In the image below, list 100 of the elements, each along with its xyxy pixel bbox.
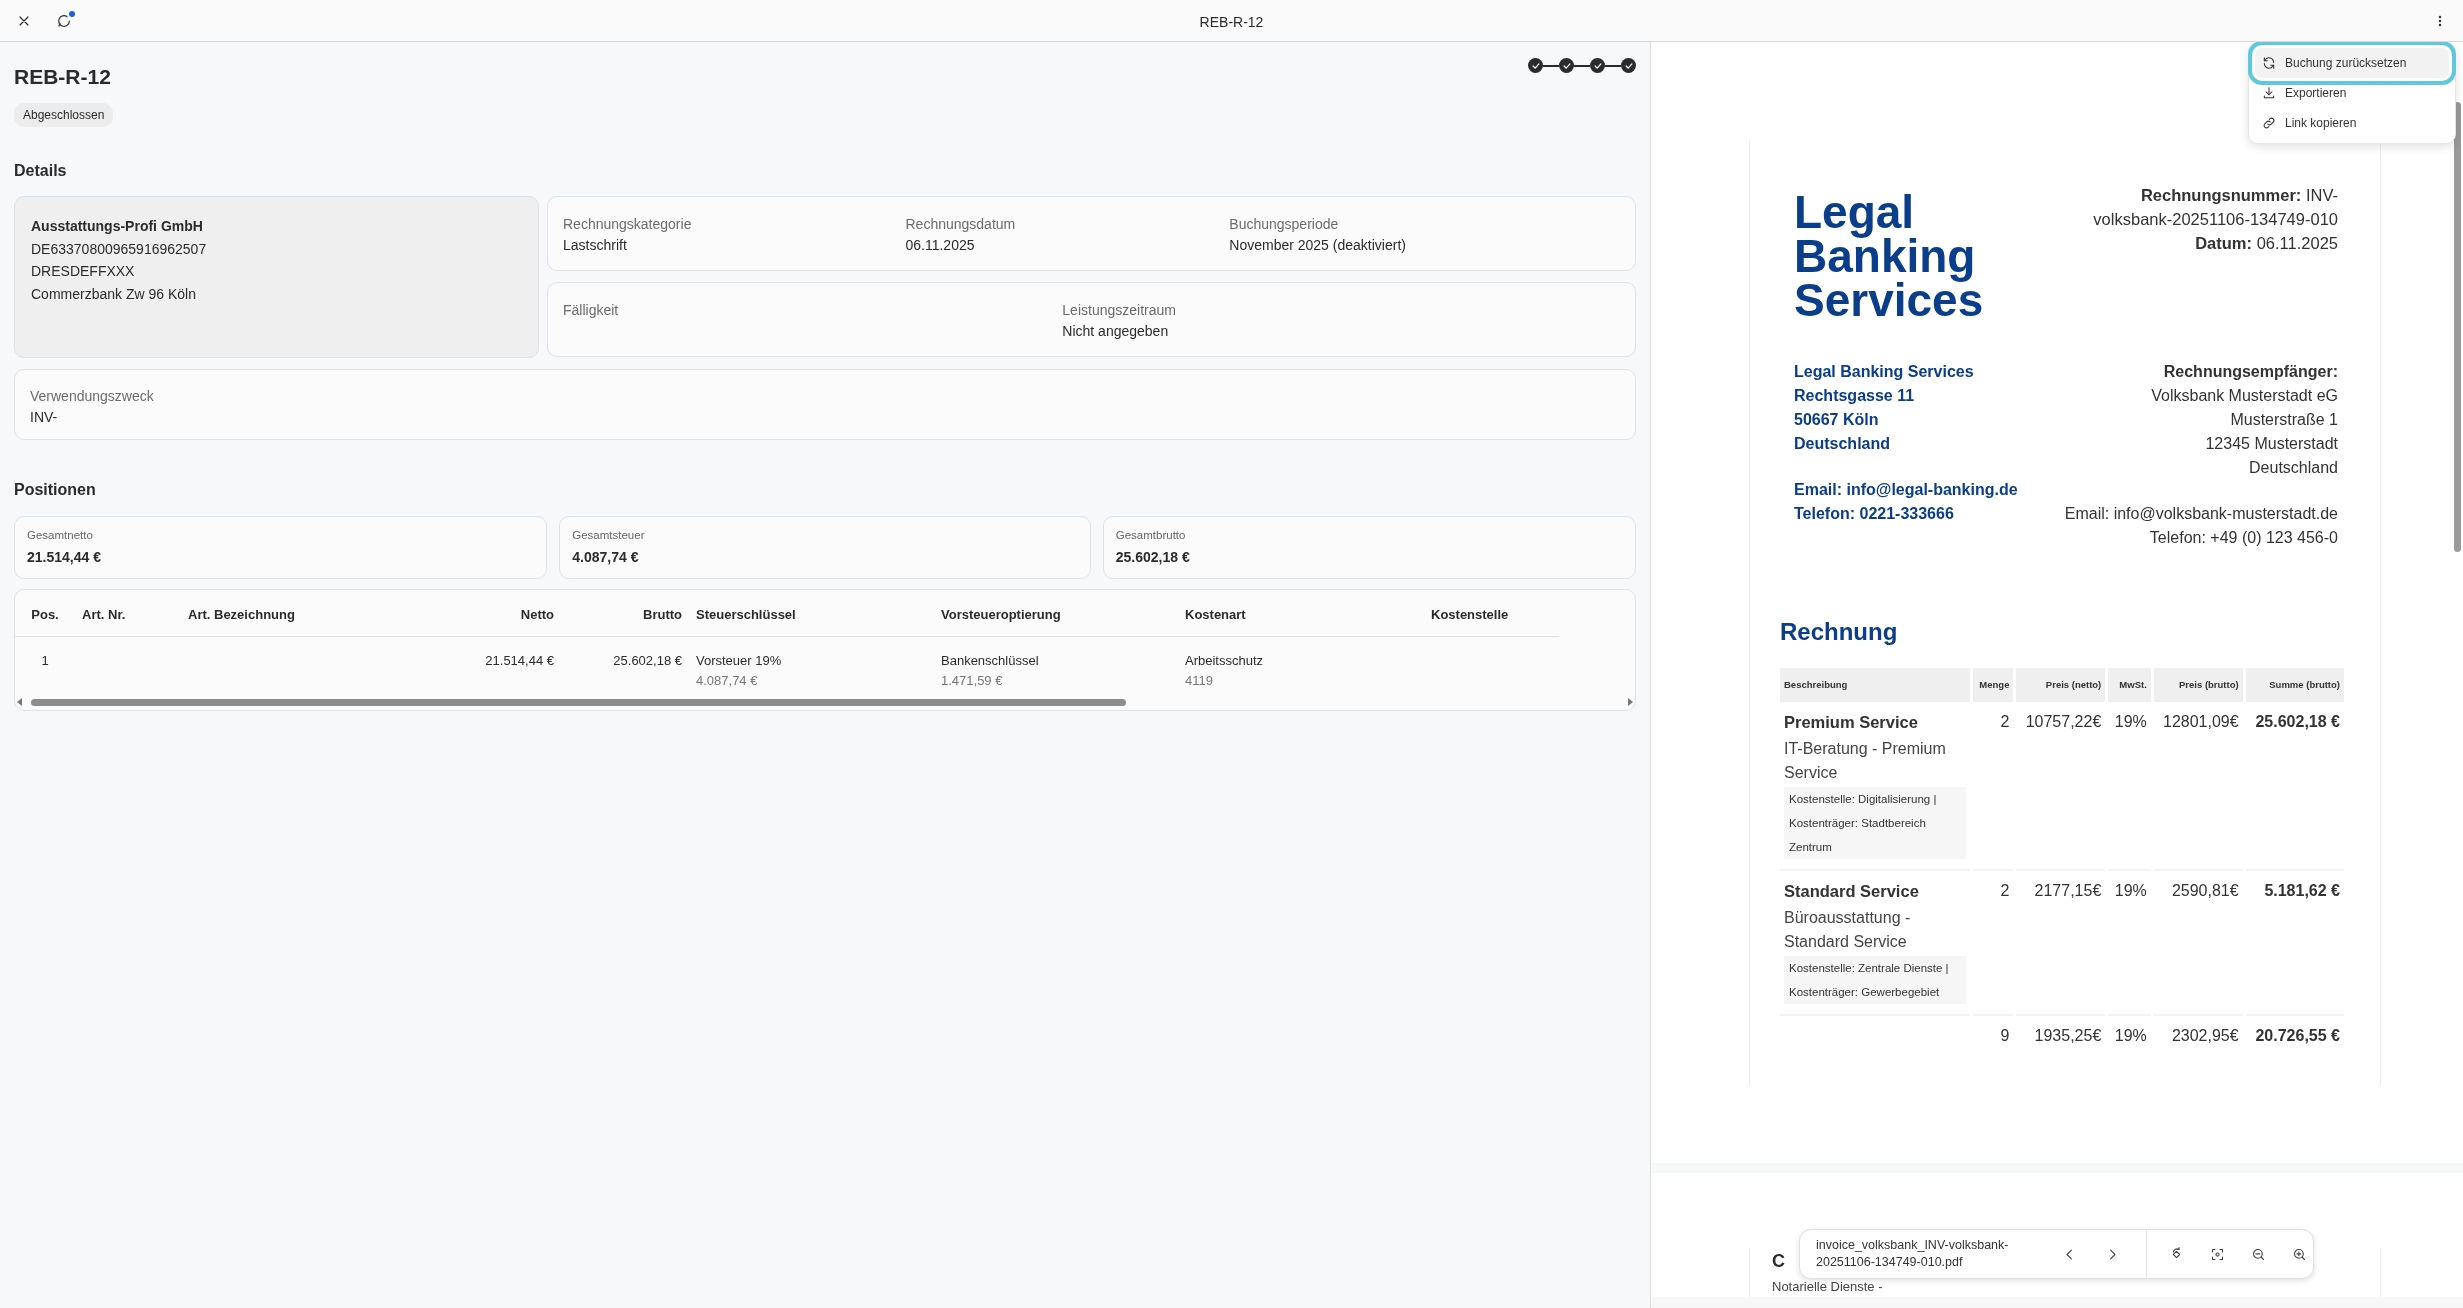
account-detail: Commerzbank Zw 96 Köln <box>31 284 197 304</box>
field-label: Leistungszeitraum <box>1062 301 1177 321</box>
item-description: Büroausstattung - Standard Service <box>1784 907 1912 952</box>
sender-address-line: Rechtsgasse 11 <box>1794 386 1916 406</box>
fit-page-button[interactable] <box>2210 1246 2225 1262</box>
item-title: C <box>1772 1251 1785 1271</box>
column-header: Pos. <box>15 589 75 637</box>
menu-item[interactable]: Link kopieren <box>2255 108 2449 138</box>
item-description: IT-Beratung - Premium Service <box>1784 739 1947 783</box>
field-value: November 2025 (deaktiviert) <box>1229 236 1407 256</box>
table-cell: 2590,81€ <box>2171 882 2239 899</box>
column-header: Art. Nr. <box>75 589 181 637</box>
cost-center-note: Kostenstelle: Digitalisierung | Kostenträger: Stadtbereich Zentrum <box>1784 787 1966 859</box>
booking-title: REB-R-12 <box>14 64 112 90</box>
column-header: Preis (netto) <box>2016 668 2106 703</box>
field-value: Lastschrift <box>563 236 628 256</box>
column-header: Brutto <box>561 589 689 637</box>
table-cell: 20.726,55 € <box>2255 1026 2340 1044</box>
column-header: Kostenart <box>1178 589 1424 637</box>
table-cell: 19% <box>2114 882 2147 899</box>
refresh-icon <box>2262 56 2276 70</box>
field-label: Rechnungsdatum <box>905 215 1017 235</box>
total-label: Gesamtnetto <box>27 527 94 543</box>
link-icon <box>2262 116 2276 130</box>
recipient-contact-line: Telefon: +49 (0) 123 456-0 <box>2148 528 2338 548</box>
invoice-meta: volksbank-20251106-134749-010 <box>2093 209 2338 230</box>
column-header: Kostenstelle <box>1424 589 1559 637</box>
field-label: Buchungsperiode <box>1229 215 1340 235</box>
column-header: Vorsteueroptierung <box>934 589 1178 637</box>
column-header: Steuerschlüssel <box>689 589 934 637</box>
window-title: REB-R-12 <box>1199 14 1264 30</box>
section-heading: Positionen <box>14 480 97 500</box>
recipient-address-line: Musterstraße 1 <box>2229 410 2338 430</box>
table-cell: 2 <box>2000 713 2010 731</box>
column-header: Beschreibung <box>1780 668 1970 703</box>
recipient-contact-line: Email: info@volksbank-musterstadt.de <box>2064 504 2338 524</box>
download-icon <box>2262 86 2276 100</box>
recipient-address-line: 12345 Musterstadt <box>2204 434 2338 454</box>
recipient-address-line: Volksbank Musterstadt eG <box>2150 386 2338 406</box>
sender-contact-line: Email: info@legal-banking.de <box>1794 480 2018 500</box>
sender-address-line: 50667 Köln <box>1794 410 1880 430</box>
account-detail: DRESDEFFXXX <box>31 262 136 282</box>
column-header: MwSt. <box>2108 668 2151 703</box>
total-label: Gesamtsteuer <box>572 527 646 543</box>
cost-center-note: Kostenstelle: Zentrale Dienste | Kostenträger: Gewerbegebiet <box>1784 955 1966 1004</box>
menu-item[interactable]: Exportieren <box>2255 78 2449 108</box>
table-cell: 10757,22€ <box>2025 713 2102 731</box>
field-value: Nicht angegeben <box>1062 322 1170 342</box>
zoom-out-button[interactable] <box>2251 1246 2266 1262</box>
scrollbar-thumb[interactable] <box>2454 102 2461 552</box>
table-cell-subvalue: 4.087,74 € <box>696 671 759 690</box>
item-description: Notarielle Dienste - <box>1772 1279 1883 1294</box>
zoom-out-icon <box>2251 1246 2266 1262</box>
sender-contact-line: Telefon: 0221-333666 <box>1794 504 1955 524</box>
item-title: Premium Service <box>1784 712 1919 734</box>
table-cell: 19% <box>2114 1026 2147 1044</box>
status-badge: Abgeschlossen <box>14 103 114 128</box>
column-header: Menge <box>1973 668 2014 703</box>
recipient-heading: Rechnungsempfänger: <box>2162 362 2338 382</box>
total-label: Gesamtbrutto <box>1115 527 1187 543</box>
table-cell: 2177,15€ <box>2034 882 2102 899</box>
table-cell: 2 <box>2000 882 2010 899</box>
invoice-meta: Datum: 06.11.2025 <box>2194 233 2338 254</box>
total-value: 21.514,44 € <box>27 547 102 567</box>
column-header: Preis (brutto) <box>2153 668 2243 703</box>
invoice-heading: Rechnung <box>1780 617 1899 647</box>
zoom-in-button[interactable] <box>2292 1246 2307 1262</box>
file-name: invoice_volksbank_INV-volksbank-20251106-134749-010.pdf <box>1815 1237 2010 1271</box>
section-heading: Details <box>14 161 68 181</box>
table-cell: 5.181,62 € <box>2264 882 2340 899</box>
field-label: Fälligkeit <box>563 301 620 321</box>
table-cell-subvalue: 1.471,59 € <box>941 671 1004 690</box>
sender-address-line: Legal Banking Services <box>1794 362 1975 382</box>
table-cell: 9 <box>2000 1026 2010 1044</box>
account-detail: DE63370800965916962507 <box>31 239 208 259</box>
chat-button[interactable] <box>56 12 72 29</box>
table-cell-text: Vorsteuer 19% <box>696 652 783 671</box>
field-value: INV- <box>30 408 59 428</box>
table-cell: 2302,95€ <box>2171 1026 2239 1044</box>
item-title: Standard Service <box>1784 881 1920 902</box>
total-value: 25.602,18 € <box>1115 547 1191 567</box>
table-cell-text: 25.602,18 € <box>612 652 682 671</box>
field-label: Rechnungskategorie <box>563 215 693 235</box>
table-cell: 1935,25€ <box>2034 1026 2102 1044</box>
table-cell: 19% <box>2114 713 2147 731</box>
table-cell-text: Bankenschlüssel <box>941 652 1040 671</box>
total-value: 4.087,74 € <box>572 547 640 567</box>
table-cell-text: 21.514,44 € <box>484 652 554 671</box>
field-value: 06.11.2025 <box>905 236 976 256</box>
table-cell-text: Arbeitsschutz <box>1185 652 1265 671</box>
recipient-address-line: Deutschland <box>2248 458 2338 478</box>
column-header: Summe (brutto) <box>2245 668 2344 703</box>
chat-bubble-icon <box>56 12 72 29</box>
table-cell-subvalue: 4119 <box>1185 671 1214 690</box>
zoom-in-icon <box>2292 1246 2307 1262</box>
table-cell: 12801,09€ <box>2163 713 2239 731</box>
column-header: Art. Bezeichnung <box>181 589 401 637</box>
column-header: Netto <box>401 589 561 637</box>
field-label: Verwendungszweck <box>30 387 155 407</box>
table-cell: 25.602,18 € <box>2255 713 2340 731</box>
